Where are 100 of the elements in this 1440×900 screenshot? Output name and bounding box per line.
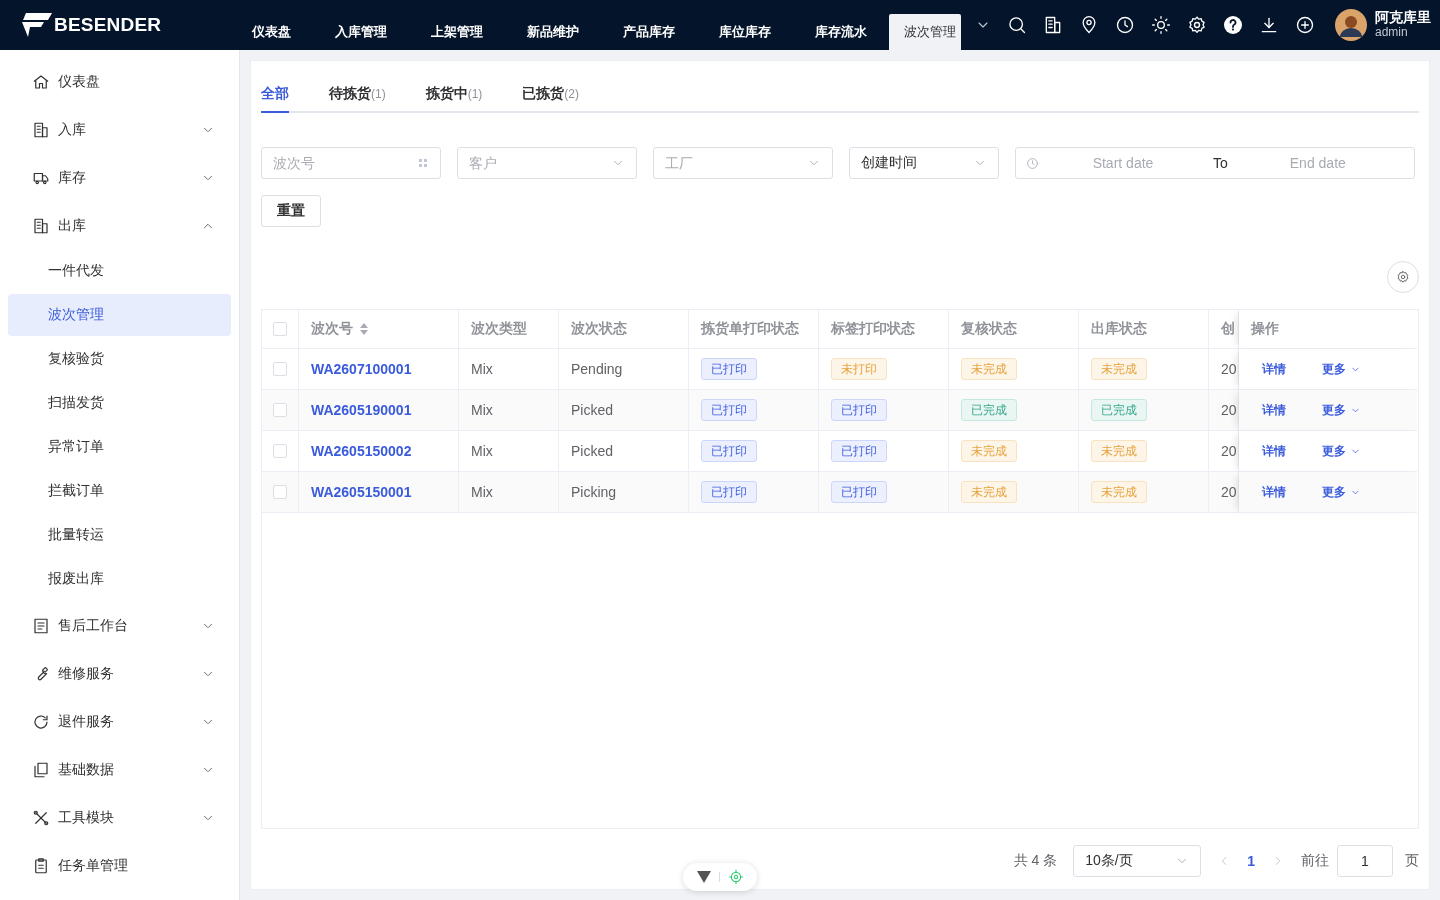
- sidebar-subitem[interactable]: 一件代发: [8, 250, 231, 292]
- search-icon[interactable]: [1007, 15, 1027, 35]
- status-tag: 未完成: [961, 481, 1017, 503]
- clock-icon[interactable]: [1115, 15, 1135, 35]
- user-role: admin: [1375, 25, 1409, 40]
- status-tag: 已打印: [701, 399, 757, 421]
- more-dropdown[interactable]: 更多: [1322, 483, 1361, 501]
- nav-tab[interactable]: 新品维护: [505, 14, 601, 50]
- sidebar-item[interactable]: 仪表盘: [0, 58, 239, 106]
- wave-number-field[interactable]: 波次号: [261, 147, 441, 179]
- sidebar-item[interactable]: 工具模块: [0, 794, 239, 842]
- help-icon[interactable]: [1223, 15, 1243, 35]
- column-header: 标签打印状态: [831, 320, 915, 338]
- row-checkbox[interactable]: [273, 403, 287, 417]
- sidebar-subitem[interactable]: 批量转运: [8, 514, 231, 556]
- sidebar-subitem[interactable]: 复核验货: [8, 338, 231, 380]
- tools-icon: [32, 809, 50, 827]
- filter-tab[interactable]: 待拣货(1): [329, 85, 386, 113]
- column-header: 波次状态: [571, 320, 627, 338]
- checklist-icon: [32, 617, 50, 635]
- avatar[interactable]: [1335, 9, 1367, 41]
- status-tag: 已打印: [701, 481, 757, 503]
- home-icon: [32, 73, 50, 91]
- nav-tab[interactable]: 波次管理: [889, 14, 961, 50]
- clipboard-icon: [32, 857, 50, 875]
- table-cell: Pending: [571, 361, 623, 377]
- table-cell: Picked: [571, 443, 614, 459]
- sidebar-item[interactable]: 维修服务: [0, 650, 239, 698]
- filter-tab[interactable]: 全部: [261, 85, 289, 113]
- filter-select[interactable]: 客户: [457, 147, 637, 179]
- range-separator: To: [1212, 155, 1229, 171]
- nav-tab[interactable]: 库位库存: [697, 14, 793, 50]
- sidebar-subitem[interactable]: 扫描发货: [8, 382, 231, 424]
- more-dropdown[interactable]: 更多: [1322, 360, 1361, 378]
- reset-button[interactable]: 重置: [261, 195, 321, 227]
- nav-tab[interactable]: 仪表盘: [230, 14, 313, 50]
- more-dropdown[interactable]: 更多: [1322, 401, 1361, 419]
- page-jump-field[interactable]: 1: [1337, 845, 1393, 877]
- table-cell: 20: [1221, 484, 1237, 500]
- building-icon: [32, 121, 50, 139]
- status-tag: 已打印: [831, 440, 887, 462]
- settings-button[interactable]: [1387, 261, 1419, 293]
- row-checkbox[interactable]: [273, 485, 287, 499]
- nav-tab[interactable]: 库存流水: [793, 14, 889, 50]
- sidebar-subitem[interactable]: 报废出库: [8, 558, 231, 600]
- details-link[interactable]: 详情: [1262, 401, 1286, 419]
- nav-tab[interactable]: 上架管理: [409, 14, 505, 50]
- clock-icon: [1026, 156, 1039, 170]
- page-number[interactable]: 1: [1247, 853, 1255, 869]
- sidebar-item[interactable]: 售后工作台: [0, 602, 239, 650]
- building-icon[interactable]: [1043, 15, 1063, 35]
- add-circle-icon[interactable]: [1295, 15, 1315, 35]
- nav-tab[interactable]: 入库管理: [313, 14, 409, 50]
- row-checkbox[interactable]: [273, 444, 287, 458]
- column-header: 复核状态: [961, 320, 1017, 338]
- v-logo-icon[interactable]: [696, 871, 711, 883]
- sidebar-item[interactable]: 退件服务: [0, 698, 239, 746]
- select-all-checkbox[interactable]: [273, 322, 287, 336]
- table-cell: 20: [1221, 361, 1237, 377]
- sidebar-subitem[interactable]: 拦截订单: [8, 470, 231, 512]
- date-range-picker[interactable]: Start date To End date: [1015, 147, 1415, 179]
- status-tag: 已打印: [831, 481, 887, 503]
- sidebar-item[interactable]: 入库: [0, 106, 239, 154]
- status-tag: 已打印: [831, 399, 887, 421]
- page-size-select[interactable]: 10条/页: [1073, 845, 1202, 877]
- table-cell: Mix: [471, 484, 493, 500]
- goto-label: 前往: [1301, 852, 1329, 870]
- details-link[interactable]: 详情: [1262, 442, 1286, 460]
- sun-icon[interactable]: [1151, 15, 1171, 35]
- sidebar-item[interactable]: 出库: [0, 202, 239, 250]
- table-cell: Picked: [571, 402, 614, 418]
- table-cell: 20: [1221, 443, 1237, 459]
- filter-select[interactable]: 创建时间: [849, 147, 999, 179]
- download-icon[interactable]: [1259, 15, 1279, 35]
- sidebar-item[interactable]: 基础数据: [0, 746, 239, 794]
- settings-icon: [1396, 270, 1410, 284]
- table-cell: Mix: [471, 402, 493, 418]
- row-checkbox[interactable]: [273, 362, 287, 376]
- status-tag: 未完成: [961, 440, 1017, 462]
- details-link[interactable]: 详情: [1262, 483, 1286, 501]
- building-icon: [32, 217, 50, 235]
- sidebar-item[interactable]: 任务单管理: [0, 842, 239, 890]
- wave-number-link[interactable]: WA2607100001: [311, 361, 412, 377]
- filter-tab[interactable]: 拣货中(1): [425, 85, 483, 113]
- details-link[interactable]: 详情: [1262, 360, 1286, 378]
- brand-name: BESENDER: [54, 14, 162, 36]
- status-tag: 未完成: [1091, 440, 1147, 462]
- sidebar-subitem[interactable]: 波次管理: [8, 294, 231, 336]
- sidebar-item[interactable]: 库存: [0, 154, 239, 202]
- start-date-field[interactable]: Start date: [1043, 154, 1203, 172]
- wave-number-link[interactable]: WA2605150002: [311, 443, 412, 459]
- nav-tab[interactable]: 产品库存: [601, 14, 697, 50]
- more-dropdown[interactable]: 更多: [1322, 442, 1361, 460]
- filter-tab[interactable]: 已拣货(2): [522, 85, 579, 113]
- settings-icon[interactable]: [1187, 15, 1207, 35]
- column-header: 创: [1221, 320, 1235, 338]
- refresh-icon: [32, 713, 50, 731]
- filter-select[interactable]: 工厂: [653, 147, 833, 179]
- end-date-field[interactable]: End date: [1237, 154, 1398, 172]
- sidebar-subitem[interactable]: 异常订单: [8, 426, 231, 468]
